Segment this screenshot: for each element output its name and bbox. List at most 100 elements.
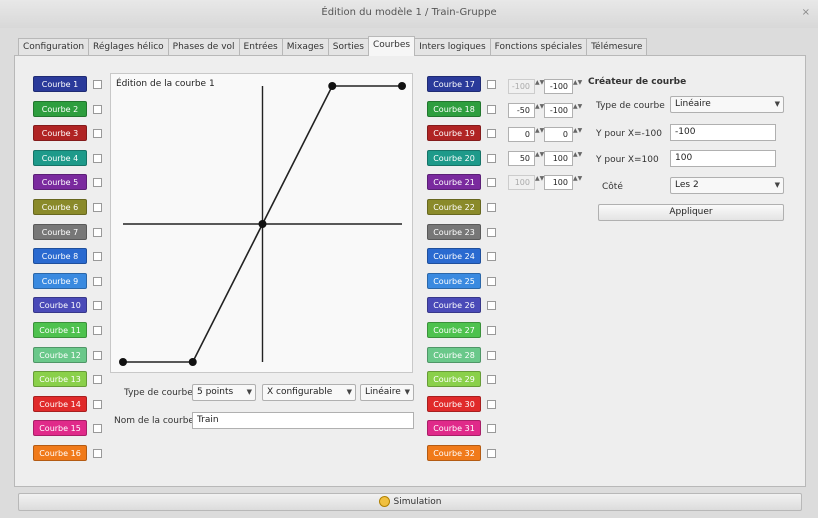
curve-visibility-checkbox[interactable]	[93, 350, 102, 360]
curve-visibility-checkbox[interactable]	[487, 80, 496, 89]
curve-button-19[interactable]: Courbe 19	[427, 125, 481, 142]
point-y-spinbox[interactable]: -100 ▲▼	[544, 79, 582, 94]
curve-visibility-checkbox[interactable]	[487, 301, 496, 311]
curve-graph[interactable]: Édition de la courbe 1	[110, 73, 413, 373]
curve-button-14[interactable]: Courbe 14	[33, 395, 87, 412]
apply-button[interactable]: Appliquer	[598, 204, 784, 221]
curve-button-18[interactable]: Courbe 18	[427, 100, 481, 117]
curve-button-17[interactable]: Courbe 17	[427, 76, 481, 92]
curve-visibility-checkbox[interactable]	[487, 399, 496, 409]
curve-button-31[interactable]: Courbe 31	[427, 420, 481, 437]
curve-visibility-checkbox[interactable]	[487, 129, 496, 139]
curve-button-21[interactable]: Courbe 21	[427, 174, 481, 191]
curve-visibility-checkbox[interactable]	[93, 129, 102, 139]
curve-visibility-checkbox[interactable]	[93, 80, 102, 89]
curve-visibility-checkbox[interactable]	[487, 276, 496, 286]
curve-visibility-checkbox[interactable]	[93, 227, 102, 237]
curve-button-16[interactable]: Courbe 16	[33, 445, 87, 461]
curve-visibility-checkbox[interactable]	[487, 104, 496, 114]
curve-visibility-checkbox[interactable]	[487, 252, 496, 262]
curve-visibility-checkbox[interactable]	[93, 178, 102, 188]
curve-point-handle[interactable]	[258, 220, 267, 228]
curve-visibility-checkbox[interactable]	[93, 449, 102, 458]
curve-button-10[interactable]: Courbe 10	[33, 297, 87, 314]
curve-visibility-checkbox[interactable]	[487, 424, 496, 434]
curve-visibility-checkbox[interactable]	[487, 153, 496, 163]
curve-button-26[interactable]: Courbe 26	[427, 297, 481, 314]
curve-visibility-checkbox[interactable]	[93, 153, 102, 163]
curve-point-handle[interactable]	[328, 82, 337, 90]
curve-button-7[interactable]: Courbe 7	[33, 223, 87, 240]
point-y-spinbox[interactable]: 0 ▲▼	[544, 127, 582, 142]
curve-button-28[interactable]: Courbe 28	[427, 346, 481, 363]
curve-button-22[interactable]: Courbe 22	[427, 199, 481, 215]
curve-point-handle[interactable]	[398, 82, 406, 90]
y-min-input[interactable]: -100	[670, 124, 776, 141]
tab-courbes[interactable]: Courbes	[367, 36, 416, 56]
curve-button-9[interactable]: Courbe 9	[33, 272, 87, 289]
close-icon[interactable]: ×	[802, 0, 810, 26]
curve-visibility-checkbox[interactable]	[93, 252, 102, 262]
tab-sorties[interactable]: Sorties	[327, 38, 369, 56]
tab-phases-de-vol[interactable]: Phases de vol	[167, 38, 240, 56]
curve-plot[interactable]	[111, 74, 414, 374]
tab-fonctions-sp-ciales[interactable]: Fonctions spéciales	[489, 38, 588, 56]
tab-mixages[interactable]: Mixages	[281, 38, 329, 56]
curve-button-23[interactable]: Courbe 23	[427, 223, 481, 240]
curve-button-29[interactable]: Courbe 29	[427, 371, 481, 388]
curve-button-25[interactable]: Courbe 25	[427, 272, 481, 289]
curve-visibility-checkbox[interactable]	[487, 227, 496, 237]
curve-visibility-checkbox[interactable]	[487, 375, 496, 385]
side-select[interactable]: Les 2 ▼	[670, 177, 784, 194]
curve-button-6[interactable]: Courbe 6	[33, 199, 87, 215]
tab-inters-logiques[interactable]: Inters logiques	[414, 38, 491, 56]
curve-button-30[interactable]: Courbe 30	[427, 395, 481, 412]
curve-button-15[interactable]: Courbe 15	[33, 420, 87, 437]
curve-button-12[interactable]: Courbe 12	[33, 346, 87, 363]
smoothing-select[interactable]: Linéaire ▼	[360, 384, 414, 401]
curve-points-select[interactable]: 5 points ▼	[192, 384, 256, 401]
creator-type-select[interactable]: Linéaire ▼	[670, 96, 784, 113]
x-mode-select[interactable]: X configurable ▼	[262, 384, 356, 401]
tab-t-l-mesure[interactable]: Télémesure	[586, 38, 648, 56]
curve-visibility-checkbox[interactable]	[487, 449, 496, 458]
curve-button-8[interactable]: Courbe 8	[33, 248, 87, 265]
curve-visibility-checkbox[interactable]	[487, 203, 496, 212]
curve-button-2[interactable]: Courbe 2	[33, 100, 87, 117]
curve-button-27[interactable]: Courbe 27	[427, 322, 481, 338]
curve-name-input[interactable]: Train	[192, 412, 414, 429]
simulation-button[interactable]: Simulation	[18, 493, 802, 511]
curve-button-24[interactable]: Courbe 24	[427, 248, 481, 265]
point-y-spinbox[interactable]: 100 ▲▼	[544, 175, 582, 190]
curve-button-4[interactable]: Courbe 4	[33, 149, 87, 166]
point-x-spinbox[interactable]: 50 ▲▼	[508, 151, 544, 166]
point-y-spinbox[interactable]: -100 ▲▼	[544, 103, 582, 118]
curve-button-11[interactable]: Courbe 11	[33, 322, 87, 338]
tab-entr-es[interactable]: Entrées	[238, 38, 283, 56]
curve-button-5[interactable]: Courbe 5	[33, 174, 87, 191]
curve-button-1[interactable]: Courbe 1	[33, 76, 87, 92]
curve-visibility-checkbox[interactable]	[487, 350, 496, 360]
curve-visibility-checkbox[interactable]	[93, 375, 102, 385]
tab-configuration[interactable]: Configuration	[18, 38, 90, 56]
curve-visibility-checkbox[interactable]	[93, 399, 102, 409]
point-y-spinbox[interactable]: 100 ▲▼	[544, 151, 582, 166]
curve-point-handle[interactable]	[188, 358, 197, 366]
curve-visibility-checkbox[interactable]	[93, 276, 102, 286]
point-x-spinbox[interactable]: -50 ▲▼	[508, 103, 544, 118]
curve-visibility-checkbox[interactable]	[93, 104, 102, 114]
y-max-input[interactable]: 100	[670, 150, 776, 167]
curve-button-32[interactable]: Courbe 32	[427, 445, 481, 461]
curve-visibility-checkbox[interactable]	[93, 326, 102, 335]
curve-button-13[interactable]: Courbe 13	[33, 371, 87, 388]
curve-point-handle[interactable]	[119, 358, 127, 366]
tab-r-glages-h-lico[interactable]: Réglages hélico	[88, 38, 169, 56]
curve-visibility-checkbox[interactable]	[93, 203, 102, 212]
curve-visibility-checkbox[interactable]	[487, 178, 496, 188]
curve-visibility-checkbox[interactable]	[487, 326, 496, 335]
curve-button-20[interactable]: Courbe 20	[427, 149, 481, 166]
curve-visibility-checkbox[interactable]	[93, 301, 102, 311]
point-x-spinbox[interactable]: 0 ▲▼	[508, 127, 544, 142]
curve-button-3[interactable]: Courbe 3	[33, 125, 87, 142]
curve-visibility-checkbox[interactable]	[93, 424, 102, 434]
